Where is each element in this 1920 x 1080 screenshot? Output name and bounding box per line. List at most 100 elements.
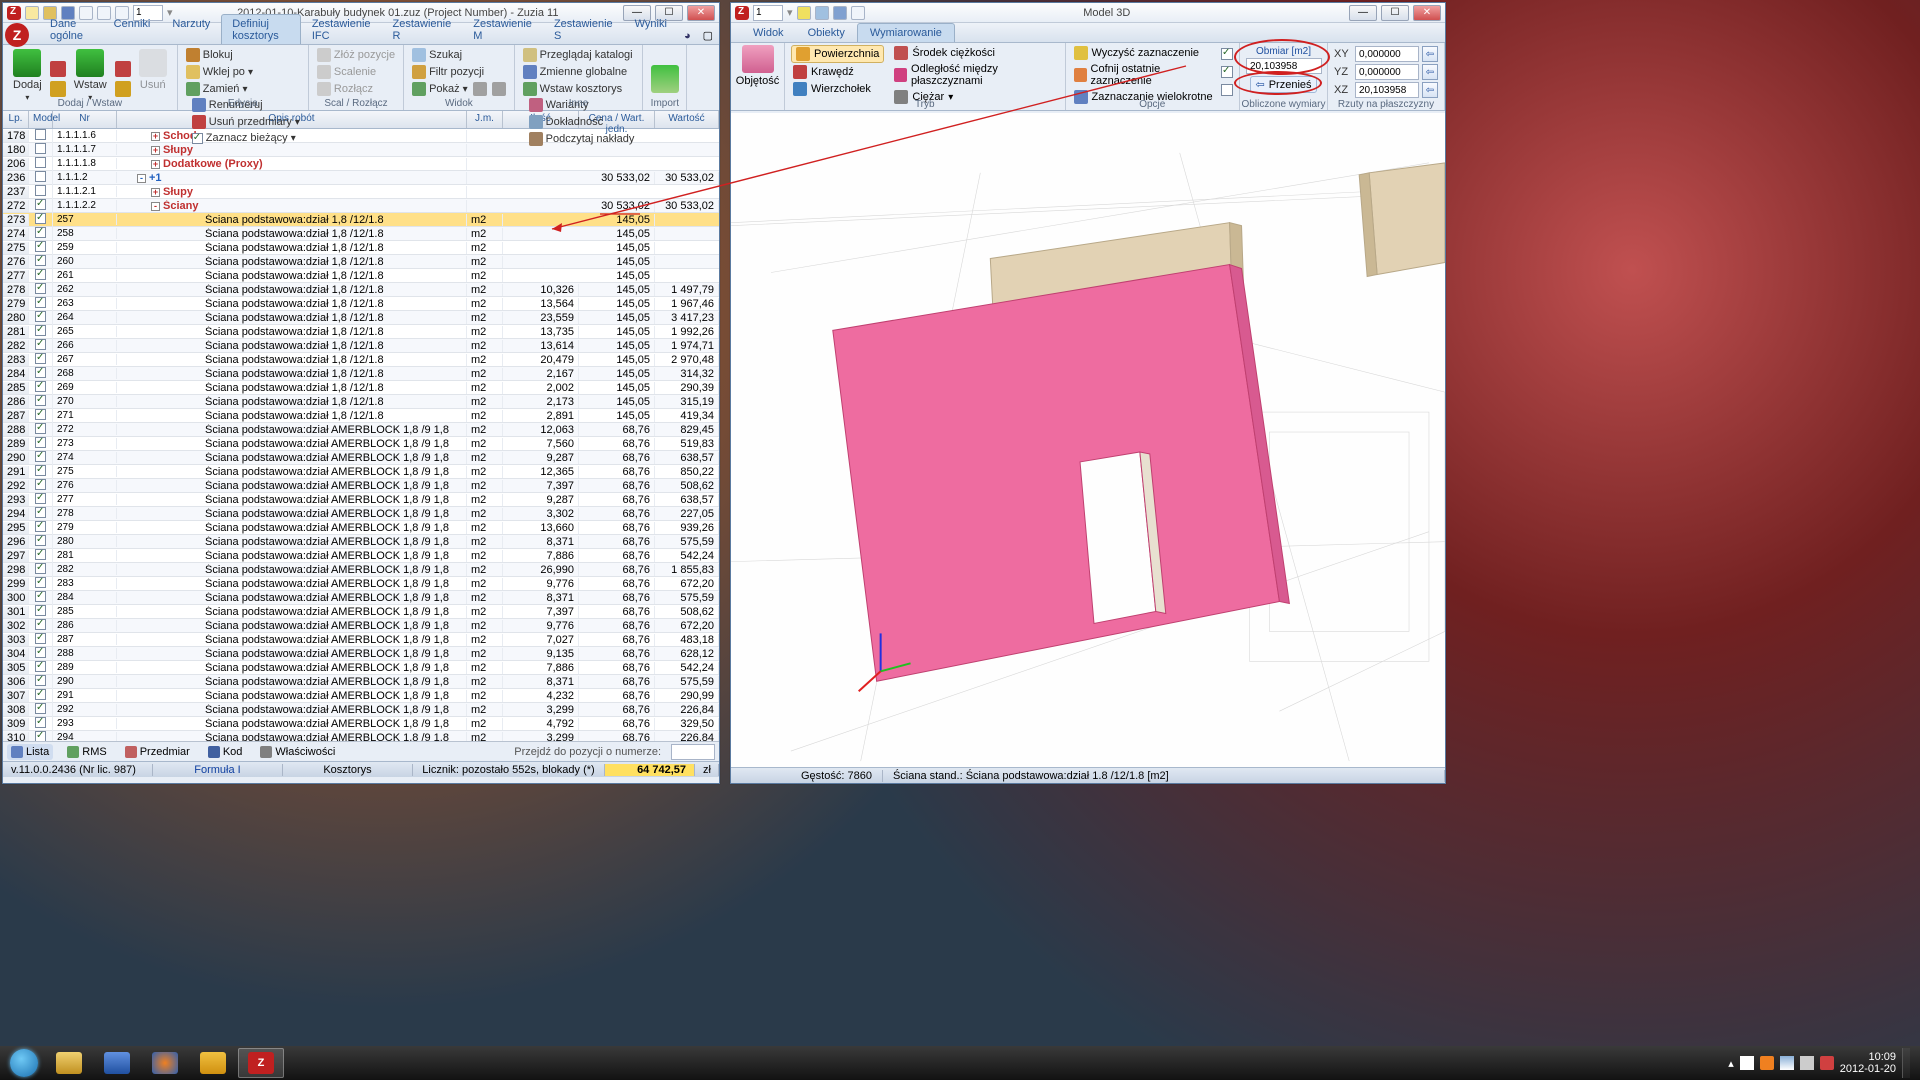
table-row[interactable]: 309293Ściana podstawowa:dział AMERBLOCK …: [3, 717, 719, 731]
table-row[interactable]: 2721.1.1.2.2-Ściany30 533,0230 533,02: [3, 199, 719, 213]
table-row[interactable]: 275259Ściana podstawowa:dział 1,8 /12/1.…: [3, 241, 719, 255]
xy-transfer-icon[interactable]: ⇦: [1422, 46, 1438, 62]
yz-input[interactable]: [1355, 64, 1419, 80]
close-button[interactable]: ✕: [687, 5, 715, 21]
qat-filter-icon[interactable]: [851, 6, 865, 20]
tray-shield-icon[interactable]: [1760, 1056, 1774, 1070]
tab-narzuty[interactable]: Narzuty: [161, 14, 221, 44]
opt-chk-3[interactable]: [1221, 84, 1233, 96]
clear-measurements-button[interactable]: Usuń przedmiary▾: [190, 114, 302, 130]
table-row[interactable]: 305289Ściana podstawowa:dział AMERBLOCK …: [3, 661, 719, 675]
table-row[interactable]: 300284Ściana podstawowa:dział AMERBLOCK …: [3, 591, 719, 605]
table-row[interactable]: 306290Ściana podstawowa:dział AMERBLOCK …: [3, 675, 719, 689]
table-row[interactable]: 282266Ściana podstawowa:dział 1,8 /12/1.…: [3, 339, 719, 353]
tray-network-icon[interactable]: [1780, 1056, 1794, 1070]
opt-chk-1[interactable]: [1221, 48, 1233, 60]
taskbar-zuzia[interactable]: Z: [238, 1048, 284, 1078]
filter-button[interactable]: Filtr pozycji: [410, 64, 508, 80]
qat-bulb-icon[interactable]: [797, 6, 811, 20]
tab-zestawienie-r[interactable]: Zestawienie R: [382, 14, 463, 44]
table-row[interactable]: 2361.1.1.2-+130 533,0230 533,02: [3, 171, 719, 185]
start-button[interactable]: [4, 1048, 44, 1078]
paste-after-button[interactable]: Wklej po▾: [184, 64, 302, 80]
precision-button[interactable]: Dokładność: [527, 114, 637, 130]
table-row[interactable]: 302286Ściana podstawowa:dział AMERBLOCK …: [3, 619, 719, 633]
merge-button[interactable]: Scalenie: [315, 64, 397, 80]
tab-widok[interactable]: Widok: [741, 24, 796, 42]
tab-zestawienie-ifc[interactable]: Zestawienie IFC: [301, 14, 382, 44]
search-button[interactable]: Szukaj: [410, 47, 508, 63]
table-row[interactable]: 278262Ściana podstawowa:dział 1,8 /12/1.…: [3, 283, 719, 297]
minimize-button[interactable]: —: [1349, 5, 1377, 21]
grid-body[interactable]: 1781.1.1.1.6+Schody1801.1.1.1.7+Słupy206…: [3, 129, 719, 741]
table-row[interactable]: 274258Ściana podstawowa:dział 1,8 /12/1.…: [3, 227, 719, 241]
table-row[interactable]: 276260Ściana podstawowa:dział 1,8 /12/1.…: [3, 255, 719, 269]
taskbar[interactable]: Z ▴ 10:09 2012-01-20: [0, 1046, 1920, 1080]
insert-yellow-icon[interactable]: [115, 81, 131, 97]
taskbar-explorer[interactable]: [46, 1048, 92, 1078]
insert-estimate-button[interactable]: Wstaw kosztorys: [521, 81, 637, 97]
table-row[interactable]: 287271Ściana podstawowa:dział 1,8 /12/1.…: [3, 409, 719, 423]
table-row[interactable]: 277261Ściana podstawowa:dział 1,8 /12/1.…: [3, 269, 719, 283]
tab-wlasciwosci[interactable]: Właściwości: [256, 744, 339, 760]
vertex-button[interactable]: Wierzchołek: [791, 81, 884, 97]
tab-zestawienie-m[interactable]: Zestawienie M: [462, 14, 543, 44]
clear-selection-button[interactable]: Wyczyść zaznaczenie: [1072, 45, 1217, 61]
table-row[interactable]: 298282Ściana podstawowa:dział AMERBLOCK …: [3, 563, 719, 577]
table-row[interactable]: 2371.1.1.2.1+Słupy: [3, 185, 719, 199]
show-button[interactable]: Pokaż▾: [410, 81, 508, 97]
xy-input[interactable]: [1355, 46, 1419, 62]
fold-positions-button[interactable]: Złóż pozycje: [315, 47, 397, 63]
collapse-ribbon-icon[interactable]: ▢: [697, 27, 719, 44]
tab-lista[interactable]: Lista: [7, 744, 53, 760]
tray-show-hidden-icon[interactable]: ▴: [1728, 1057, 1734, 1070]
xz-input[interactable]: [1355, 82, 1419, 98]
xz-transfer-icon[interactable]: ⇦: [1422, 82, 1438, 98]
close-button[interactable]: ✕: [1413, 5, 1441, 21]
centroid-button[interactable]: Środek ciężkości: [892, 45, 1058, 61]
tab-zestawienie-s[interactable]: Zestawienie S: [543, 14, 624, 44]
table-row[interactable]: 279263Ściana podstawowa:dział 1,8 /12/1.…: [3, 297, 719, 311]
tab-kod[interactable]: Kod: [204, 744, 247, 760]
table-row[interactable]: 281265Ściana podstawowa:dział 1,8 /12/1.…: [3, 325, 719, 339]
table-row[interactable]: 291275Ściana podstawowa:dział AMERBLOCK …: [3, 465, 719, 479]
table-row[interactable]: 296280Ściana podstawowa:dział AMERBLOCK …: [3, 535, 719, 549]
qat-zoom-icon[interactable]: [815, 6, 829, 20]
table-row[interactable]: 310294Ściana podstawowa:dział AMERBLOCK …: [3, 731, 719, 741]
qat-new-icon[interactable]: [25, 6, 39, 20]
tab-wyniki[interactable]: Wyniki: [624, 14, 678, 44]
edge-button[interactable]: Krawędź: [791, 64, 884, 80]
tab-definiuj-kosztorys[interactable]: Definiuj kosztorys: [221, 14, 301, 44]
table-row[interactable]: 286270Ściana podstawowa:dział 1,8 /12/1.…: [3, 395, 719, 409]
titlebar-3d[interactable]: ▾ Model 3D — ☐ ✕: [731, 3, 1445, 23]
table-row[interactable]: 292276Ściana podstawowa:dział AMERBLOCK …: [3, 479, 719, 493]
yz-transfer-icon[interactable]: ⇦: [1422, 64, 1438, 80]
tab-przedmiar[interactable]: Przedmiar: [121, 744, 194, 760]
table-row[interactable]: 297281Ściana podstawowa:dział AMERBLOCK …: [3, 549, 719, 563]
qat-spin-3d[interactable]: [753, 5, 783, 21]
qat-pan-icon[interactable]: [833, 6, 847, 20]
table-row[interactable]: 308292Ściana podstawowa:dział AMERBLOCK …: [3, 703, 719, 717]
goto-input[interactable]: [671, 744, 715, 760]
load-expenditures-button[interactable]: Podczytaj nakłady: [527, 131, 637, 147]
add-red-icon[interactable]: [50, 61, 66, 77]
tray-flag-icon[interactable]: [1740, 1056, 1754, 1070]
browse-catalogs-button[interactable]: Przeglądaj katalogi: [521, 47, 637, 63]
undo-selection-button[interactable]: Cofnij ostatnie zaznaczenie: [1072, 62, 1217, 88]
split-button[interactable]: Rozłącz: [315, 81, 397, 97]
table-row[interactable]: 288272Ściana podstawowa:dział AMERBLOCK …: [3, 423, 719, 437]
plane-distance-button[interactable]: Odległość między płaszczyznami: [892, 62, 1058, 88]
show-desktop-button[interactable]: [1902, 1048, 1910, 1078]
tray-app-icon[interactable]: [1820, 1056, 1834, 1070]
taskbar-save[interactable]: [94, 1048, 140, 1078]
add-yellow-icon[interactable]: [50, 81, 66, 97]
taskbar-outlook[interactable]: [190, 1048, 236, 1078]
table-row[interactable]: 285269Ściana podstawowa:dział 1,8 /12/1.…: [3, 381, 719, 395]
tab-dane-ogólne[interactable]: Dane ogólne: [39, 14, 103, 44]
table-row[interactable]: 295279Ściana podstawowa:dział AMERBLOCK …: [3, 521, 719, 535]
select-current-button[interactable]: Zaznacz bieżący▾: [190, 131, 302, 145]
table-row[interactable]: 290274Ściana podstawowa:dział AMERBLOCK …: [3, 451, 719, 465]
table-row[interactable]: 273257Ściana podstawowa:dział 1,8 /12/1.…: [3, 213, 719, 227]
maximize-button[interactable]: ☐: [1381, 5, 1409, 21]
help-icon[interactable]: ◕: [678, 28, 697, 44]
